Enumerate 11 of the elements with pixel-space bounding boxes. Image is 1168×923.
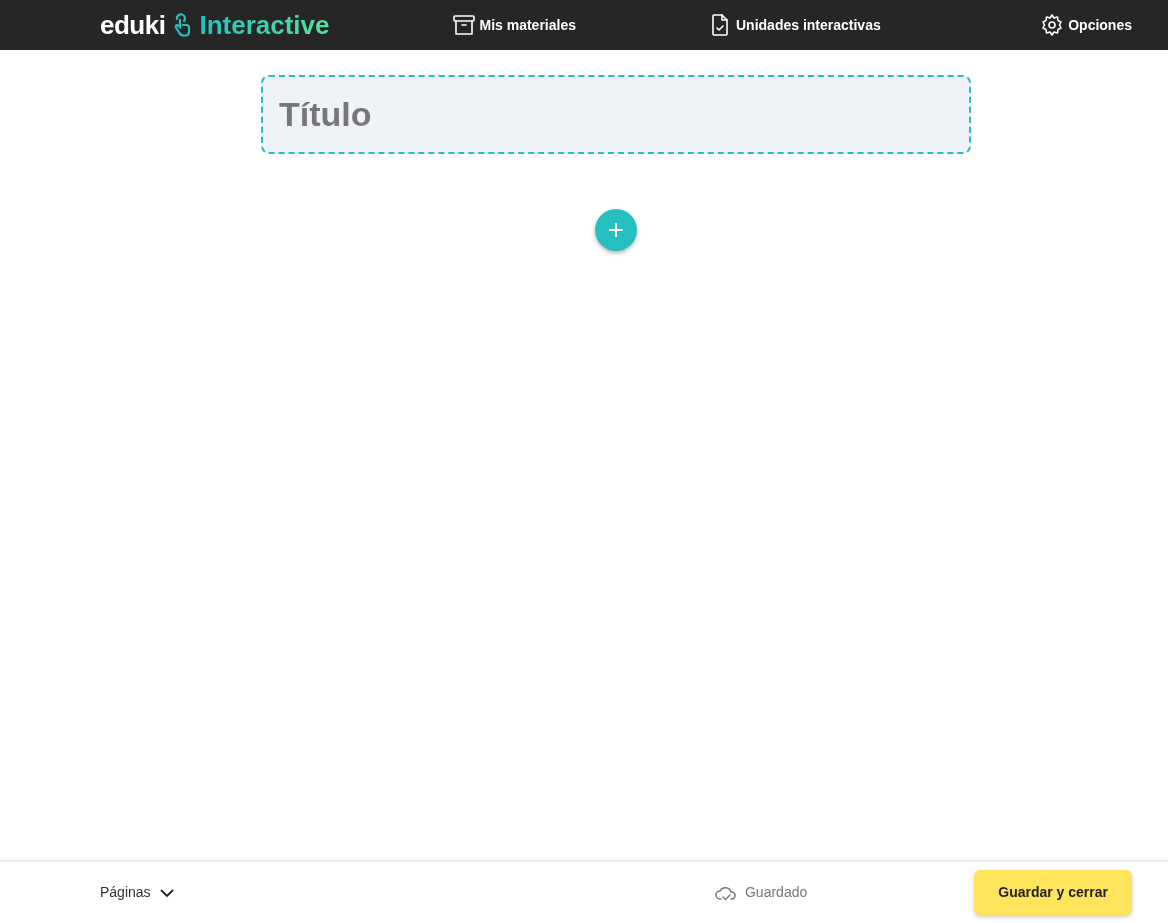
pages-dropdown[interactable]: Páginas (100, 882, 175, 903)
save-status: Guardado (745, 883, 808, 902)
nav-link[interactable]: Unidades interactivas (736, 14, 881, 36)
archive-box-icon (451, 13, 476, 37)
title-field[interactable]: Título (261, 75, 971, 154)
pointing-hand-icon (173, 12, 192, 38)
nav-link[interactable]: Opciones (1068, 14, 1132, 36)
nav-link[interactable]: Mis materiales (479, 14, 576, 36)
settings-icon (1040, 13, 1065, 37)
brand-logo-text: eduki (100, 8, 166, 42)
save-and-close-button[interactable]: Guardar y cerrar (974, 870, 1132, 915)
